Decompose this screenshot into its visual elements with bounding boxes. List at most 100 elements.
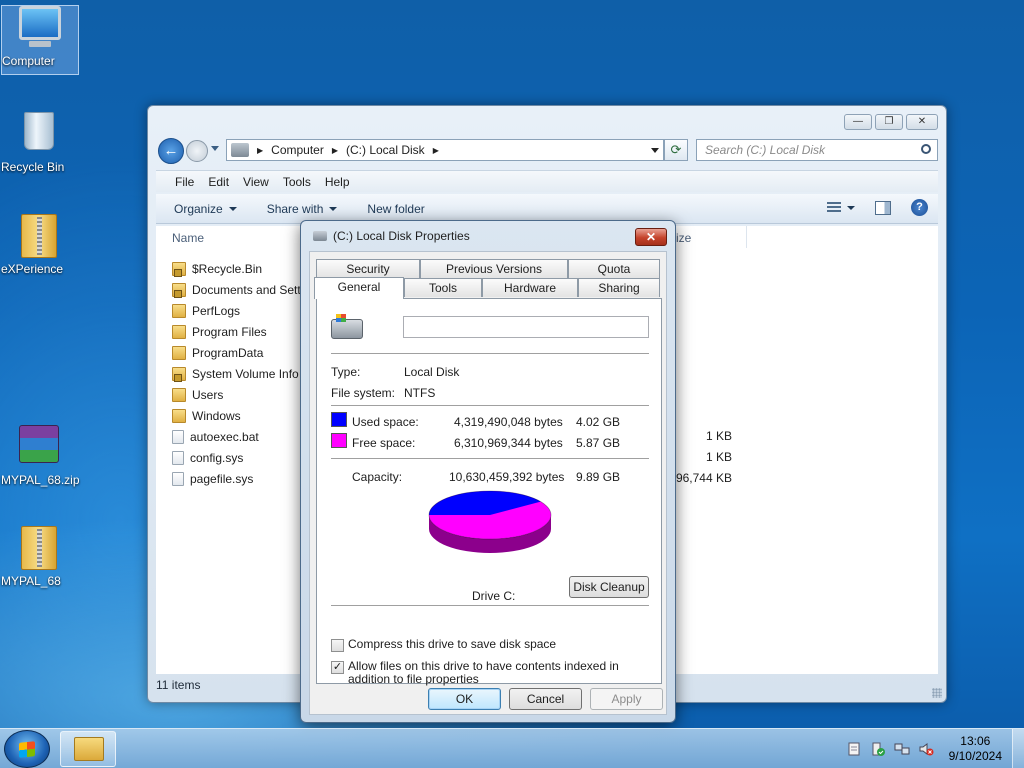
clock-time: 13:06 — [960, 734, 991, 748]
network-icon[interactable] — [894, 741, 910, 757]
recent-pages-dropdown[interactable] — [211, 146, 219, 151]
computer-icon — [18, 6, 62, 50]
apply-button: Apply — [590, 688, 663, 710]
breadcrumb-local-disk[interactable]: (C:) Local Disk — [346, 143, 425, 157]
ok-button[interactable]: OK — [428, 688, 501, 710]
tab-general[interactable]: General — [314, 277, 404, 299]
folder-icon — [74, 737, 104, 761]
view-controls: ? — [827, 199, 928, 216]
desktop-icon-mypal-zip[interactable]: MYPAL_68.zip — [1, 422, 80, 487]
change-view-button[interactable] — [827, 201, 855, 214]
free-space-swatch — [331, 433, 347, 448]
minimize-button[interactable]: — — [844, 114, 872, 130]
close-button[interactable]: ✕ — [906, 114, 938, 130]
back-button[interactable]: ← — [158, 138, 184, 164]
volume-muted-icon[interactable] — [918, 741, 934, 757]
refresh-button[interactable]: ⟳ — [664, 139, 688, 161]
used-space-gb: 4.02 GB — [576, 415, 621, 429]
breadcrumb-computer[interactable]: Computer — [271, 143, 324, 157]
capacity-bytes: 10,630,459,392 bytes — [449, 470, 565, 484]
resize-grip[interactable] — [932, 688, 942, 698]
disk-cleanup-button[interactable]: Disk Cleanup — [569, 576, 649, 598]
refresh-icon: ⟳ — [670, 142, 682, 157]
compress-label[interactable]: Compress this drive to save disk space — [348, 638, 648, 651]
tab-sharing[interactable]: Sharing — [578, 278, 660, 297]
used-space-swatch — [331, 412, 347, 427]
volume-label-field[interactable] — [403, 316, 649, 338]
drive-label: Drive C: — [472, 589, 516, 603]
desktop-icon-label: MYPAL_68.zip — [1, 473, 80, 487]
share-with-label: Share with — [266, 201, 324, 216]
divider — [331, 405, 649, 406]
capacity-label: Capacity: — [352, 470, 403, 484]
action-center-icon[interactable] — [870, 741, 886, 757]
divider — [331, 458, 649, 459]
address-bar[interactable]: ▶ Computer ▶ (C:) Local Disk ▶ — [226, 139, 664, 161]
tab-hardware[interactable]: Hardware — [482, 278, 578, 297]
index-label[interactable]: Allow files on this drive to have conten… — [348, 660, 648, 686]
column-header-name[interactable]: Name — [172, 231, 204, 245]
tab-security[interactable]: Security — [316, 259, 420, 278]
chevron-down-icon — [329, 206, 338, 211]
show-desktop-button[interactable] — [1012, 729, 1024, 768]
desktop-icon-label: Computer — [2, 54, 55, 68]
dialog-title: (C:) Local Disk Properties — [333, 229, 470, 243]
system-tray — [846, 741, 934, 757]
close-icon: ✕ — [645, 230, 657, 244]
compress-checkbox[interactable] — [331, 639, 344, 652]
organize-label: Organize — [174, 201, 223, 216]
index-checkbox[interactable]: ✓ — [331, 661, 344, 674]
menu-file[interactable]: File — [168, 171, 201, 192]
taskbar-explorer-button[interactable] — [60, 731, 116, 767]
desktop-icon-mypal[interactable]: MYPAL_68 — [1, 526, 77, 588]
breadcrumb-arrow-icon[interactable]: ▶ — [332, 146, 338, 155]
restore-button[interactable]: ❐ — [875, 114, 903, 130]
tab-quota[interactable]: Quota — [568, 259, 660, 278]
chevron-down-icon — [847, 205, 855, 210]
new-folder-button[interactable]: New folder — [367, 202, 424, 216]
forward-button[interactable] — [186, 140, 208, 162]
menu-tools[interactable]: Tools — [276, 171, 318, 192]
free-space-label: Free space: — [352, 436, 416, 450]
index-checkbox-row[interactable]: ✓ Allow files on this drive to have cont… — [331, 660, 648, 686]
search-icon[interactable] — [921, 144, 931, 154]
breadcrumb-arrow-icon[interactable]: ▶ — [257, 146, 263, 155]
menu-help[interactable]: Help — [318, 171, 357, 192]
file-system-value: NTFS — [404, 386, 436, 400]
tab-tools[interactable]: Tools — [404, 278, 482, 297]
status-bar-count: 11 items — [156, 678, 201, 692]
share-with-button[interactable]: Share with — [267, 202, 338, 216]
drive-icon — [231, 143, 249, 157]
disk-usage-pie-chart — [428, 490, 552, 553]
column-header-size[interactable]: ize — [676, 231, 691, 245]
address-dropdown-icon[interactable] — [651, 148, 659, 153]
desktop-icon-computer[interactable]: Computer — [1, 5, 79, 75]
start-button[interactable] — [4, 730, 50, 768]
desktop-icon-label: eXPerience — [1, 262, 64, 276]
breadcrumb-arrow-icon[interactable]: ▶ — [433, 146, 439, 155]
general-tab-panel: Type: Local Disk File system: NTFS Used … — [316, 298, 662, 686]
desktop-icon-label: Recycle Bin — [1, 160, 65, 174]
cancel-button[interactable]: Cancel — [509, 688, 582, 710]
column-divider[interactable] — [746, 226, 747, 248]
taskbar: 13:06 9/10/2024 — [0, 728, 1024, 768]
desktop-icon-recycle-bin[interactable]: Recycle Bin — [1, 110, 77, 174]
menu-view[interactable]: View — [236, 171, 276, 192]
compress-checkbox-row[interactable]: Compress this drive to save disk space — [331, 638, 648, 652]
dialog-close-button[interactable]: ✕ — [635, 228, 667, 246]
desktop-icon-experience[interactable]: eXPerience — [1, 214, 77, 276]
preview-pane-icon[interactable] — [875, 200, 891, 215]
organize-button[interactable]: Organize — [174, 202, 237, 216]
clock-date: 9/10/2024 — [948, 749, 1002, 763]
help-icon[interactable]: ? — [911, 199, 928, 216]
clock[interactable]: 13:06 9/10/2024 — [949, 734, 1002, 764]
local-disk-icon — [331, 314, 363, 339]
tab-previous-versions[interactable]: Previous Versions — [420, 259, 568, 278]
menu-edit[interactable]: Edit — [201, 171, 236, 192]
document-icon[interactable] — [846, 741, 862, 757]
free-space-bytes: 6,310,969,344 bytes — [454, 436, 563, 450]
dialog-body: Security Previous Versions Quota General… — [309, 251, 667, 715]
dialog-title-bar: (C:) Local Disk Properties — [313, 229, 470, 243]
search-input[interactable]: Search (C:) Local Disk — [696, 139, 938, 161]
chevron-down-icon — [228, 206, 237, 211]
